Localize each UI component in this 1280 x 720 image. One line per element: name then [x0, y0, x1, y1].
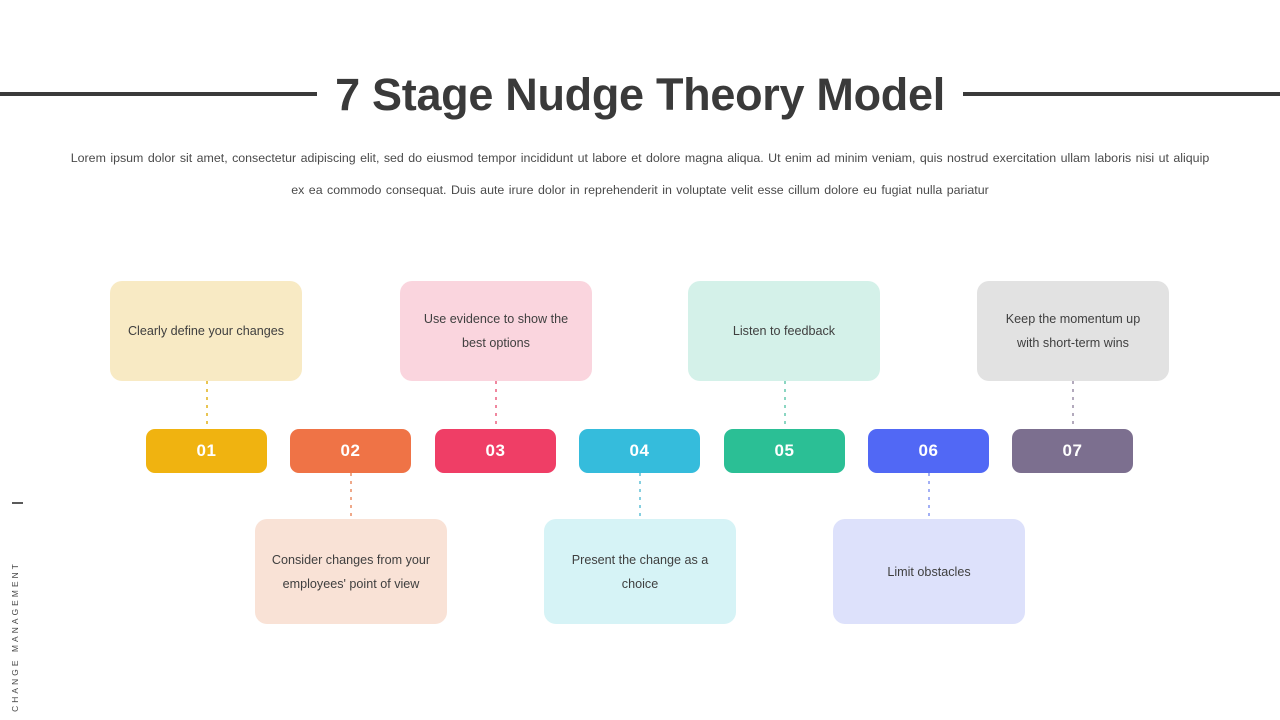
stage-number-label: 05 [774, 441, 795, 460]
stage-connector [784, 381, 786, 429]
stage-connector [350, 473, 352, 519]
stage-card-label: Limit obstacles [887, 564, 971, 579]
stage-number-badge[interactable]: 05 [724, 429, 845, 473]
stage-card[interactable]: Use evidence to show the best options [400, 281, 592, 381]
stage-connector [206, 381, 208, 429]
stage-card[interactable]: Listen to feedback [688, 281, 880, 381]
stage-card[interactable]: Limit obstacles [833, 519, 1025, 624]
side-label-tick [12, 502, 23, 504]
stage-card-label: Keep the momentum up with short-term win… [1005, 312, 1141, 350]
stage-card[interactable]: Keep the momentum up with short-term win… [977, 281, 1169, 381]
stage-number-label: 07 [1062, 441, 1083, 460]
stage-card-label: Consider changes from your employees' po… [271, 552, 431, 591]
stage-card[interactable]: Present the change as a choice [544, 519, 736, 624]
stage-connector [928, 473, 930, 519]
stage-number-badge[interactable]: 07 [1012, 429, 1133, 473]
stage-number-label: 01 [196, 441, 217, 460]
stage-number-label: 04 [629, 441, 650, 460]
stage-card-label: Clearly define your changes [127, 324, 285, 338]
stage-number-badge[interactable]: 03 [435, 429, 556, 473]
stage-card[interactable]: Consider changes from your employees' po… [255, 519, 447, 624]
stage-number-badge[interactable]: 06 [868, 429, 989, 473]
stage-card-label: Use evidence to show the best options [423, 312, 569, 350]
stage-connector [495, 381, 497, 429]
stage-number-badge[interactable]: 02 [290, 429, 411, 473]
stage-connector [1072, 381, 1074, 429]
stage-card[interactable]: Clearly define your changes [110, 281, 302, 381]
side-label-text: CHANGE MANAGEMENT [10, 561, 20, 712]
side-label-group: CHANGE MANAGEMENT [10, 502, 30, 712]
stage-number-label: 06 [918, 441, 939, 460]
stage-number-badge[interactable]: 04 [579, 429, 700, 473]
stage-number-badge[interactable]: 01 [146, 429, 267, 473]
stage-connector [639, 473, 641, 519]
nudge-theory-diagram: Clearly define your changes 01 Consider ch… [0, 0, 1280, 720]
stage-number-label: 02 [340, 441, 361, 460]
stage-card-label: Present the change as a choice [571, 552, 709, 591]
stage-number-label: 03 [485, 441, 506, 460]
stage-card-label: Listen to feedback [732, 324, 836, 338]
